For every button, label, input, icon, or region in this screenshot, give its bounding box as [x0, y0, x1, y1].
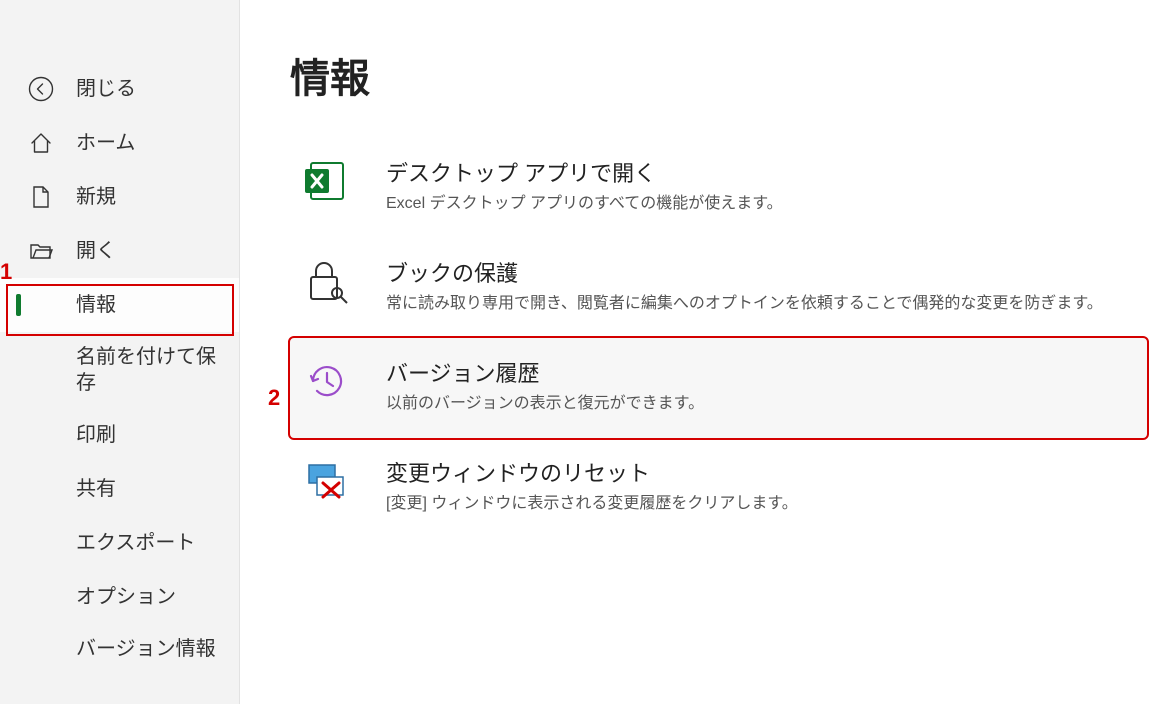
- sidebar-item-open[interactable]: 開く: [0, 224, 239, 278]
- backstage-sidebar: 閉じる ホーム 新規: [0, 0, 240, 704]
- folder-open-icon: [28, 238, 54, 264]
- sidebar-item-export[interactable]: エクスポート: [0, 516, 239, 570]
- sidebar-item-info[interactable]: 情報: [0, 278, 239, 332]
- sidebar-item-label: 新規: [76, 170, 116, 224]
- card-protect[interactable]: ブックの保護 常に読み取り専用で開き、閲覧者に編集へのオプトインを依頼することで…: [290, 238, 1147, 338]
- card-desc: 以前のバージョンの表示と復元ができます。: [386, 392, 704, 416]
- main-content: 情報 デスクトップ アプリで開く Excel デスクトップ アプリのすべての機能…: [240, 0, 1167, 704]
- excel-icon: [302, 156, 352, 206]
- sidebar-item-saveas[interactable]: 名前を付けて保存: [0, 332, 239, 408]
- card-title: 変更ウィンドウのリセット: [386, 456, 798, 488]
- card-title: バージョン履歴: [386, 356, 704, 388]
- sidebar-item-label: エクスポート: [76, 516, 195, 570]
- sidebar-item-label: オプション: [76, 570, 176, 624]
- sidebar-item-about[interactable]: バージョン情報: [0, 624, 239, 674]
- card-open-desktop[interactable]: デスクトップ アプリで開く Excel デスクトップ アプリのすべての機能が使え…: [290, 138, 1147, 238]
- card-desc: [変更] ウィンドウに表示される変更履歴をクリアします。: [386, 492, 798, 516]
- sidebar-item-label: バージョン情報: [76, 636, 216, 662]
- file-icon: [28, 184, 54, 210]
- sidebar-item-close[interactable]: 閉じる: [0, 62, 239, 116]
- card-body: デスクトップ アプリで開く Excel デスクトップ アプリのすべての機能が使え…: [386, 156, 783, 216]
- card-body: ブックの保護 常に読み取り専用で開き、閲覧者に編集へのオプトインを依頼することで…: [386, 256, 1103, 316]
- sidebar-item-label: 情報: [76, 278, 116, 332]
- sidebar-item-label: 開く: [76, 224, 116, 278]
- card-desc: Excel デスクトップ アプリのすべての機能が使えます。: [386, 192, 783, 216]
- selected-indicator: [16, 294, 21, 316]
- card-title: ブックの保護: [386, 256, 1103, 288]
- card-body: バージョン履歴 以前のバージョンの表示と復元ができます。: [386, 356, 704, 416]
- home-icon: [28, 130, 54, 156]
- sidebar-item-share[interactable]: 共有: [0, 462, 239, 516]
- lock-key-icon: [302, 256, 352, 306]
- sidebar-item-new[interactable]: 新規: [0, 170, 239, 224]
- sidebar-item-label: 名前を付けて保存: [76, 344, 223, 396]
- sidebar-item-label: 印刷: [76, 408, 116, 462]
- card-desc: 常に読み取り専用で開き、閲覧者に編集へのオプトインを依頼することで偶発的な変更を…: [386, 292, 1103, 316]
- back-arrow-circle-icon: [28, 76, 54, 102]
- card-reset-changes[interactable]: 変更ウィンドウのリセット [変更] ウィンドウに表示される変更履歴をクリアします…: [290, 438, 1147, 538]
- reset-changes-icon: [302, 456, 352, 506]
- sidebar-item-label: 閉じる: [76, 62, 136, 116]
- history-icon: [302, 356, 352, 406]
- card-title: デスクトップ アプリで開く: [386, 156, 783, 188]
- sidebar-item-options[interactable]: オプション: [0, 570, 239, 624]
- sidebar-item-print[interactable]: 印刷: [0, 408, 239, 462]
- sidebar-item-home[interactable]: ホーム: [0, 116, 239, 170]
- card-version-history[interactable]: バージョン履歴 以前のバージョンの表示と復元ができます。: [290, 338, 1147, 438]
- sidebar-item-label: 共有: [76, 462, 116, 516]
- page-title: 情報: [290, 46, 1147, 104]
- app-root: 閉じる ホーム 新規: [0, 0, 1167, 704]
- sidebar-item-label: ホーム: [76, 116, 135, 170]
- card-body: 変更ウィンドウのリセット [変更] ウィンドウに表示される変更履歴をクリアします…: [386, 456, 798, 516]
